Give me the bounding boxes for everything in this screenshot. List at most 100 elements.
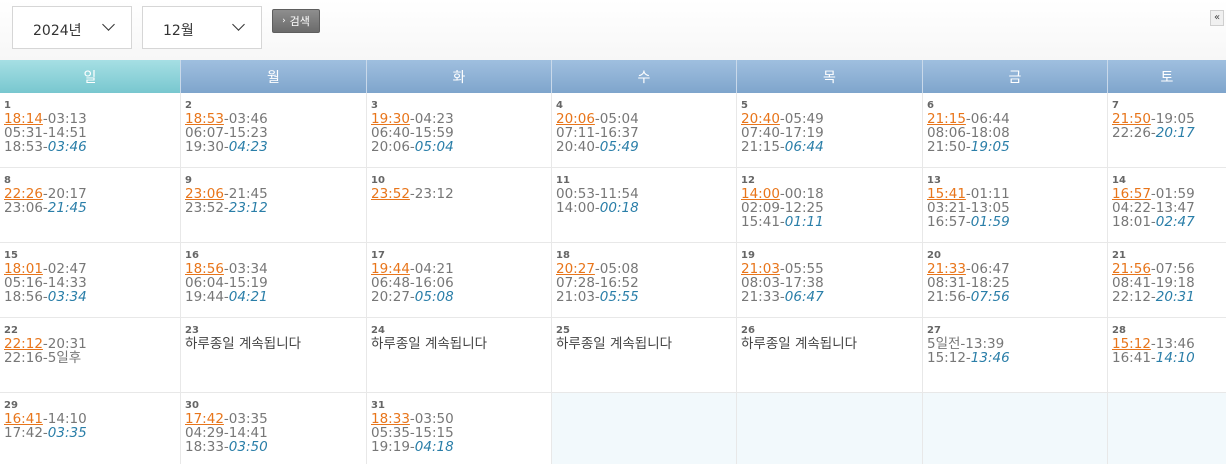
time-line-2: 04:22-13:47	[1112, 200, 1195, 216]
day-cell[interactable]: 24 하루종일 계속됩니다	[367, 318, 552, 393]
day-cell[interactable]: 20 21:33-06:47 08:31-18:25 21:56-07:56	[923, 243, 1108, 318]
time-line-2: 05:16-14:33	[4, 275, 87, 291]
day-cell[interactable]: 25 하루종일 계속됩니다	[552, 318, 737, 393]
time-line-2: 06:04-15:19	[185, 275, 268, 291]
time-line-3: 18:33-03:50	[185, 440, 366, 454]
weekday-sat: 토	[1108, 60, 1226, 93]
time-end: 02:47	[1155, 214, 1195, 230]
day-cell[interactable]: 2 18:53-03:46 06:07-15:23 19:30-04:23	[181, 93, 367, 168]
time-line-2: 15:12-13:46	[927, 351, 1107, 365]
time-line-2: 14:00-00:18	[556, 201, 736, 215]
day-cell[interactable]: 3 19:30-04:23 06:40-15:59 20:06-05:04	[367, 93, 552, 168]
day-cell[interactable]: 8 22:26-20:17 23:06-21:45	[0, 168, 181, 243]
day-cell[interactable]: 21 21:56-07:56 08:41-19:18 22:12-20:31	[1108, 243, 1226, 318]
time-line-2: 02:09-12:25	[741, 200, 824, 216]
time-line-2: 22:16-5일후	[4, 350, 82, 366]
time-line-1: 21:33-06:47	[927, 262, 1107, 276]
time-line-1: 14:00-00:18	[741, 187, 922, 201]
time-line-2: 04:29-14:41	[185, 425, 268, 441]
week-row: 22 22:12-20:31 22:16-5일후 23 하루종일 계속됩니다 24 하루종일…	[0, 318, 1226, 393]
day-number: 24	[371, 325, 385, 336]
weekday-fri: 금	[923, 60, 1108, 93]
day-number: 18	[556, 250, 570, 261]
time-line-1: 23:06-21:45	[185, 187, 366, 201]
time-start: 19:30-	[185, 139, 229, 155]
day-cell[interactable]: 4 20:06-05:04 07:11-16:37 20:40-05:49	[552, 93, 737, 168]
time-line-3: 21:50-19:05	[927, 140, 1107, 154]
time-line-3: 20:40-05:49	[556, 140, 736, 154]
day-number: 6	[927, 100, 934, 111]
day-number: 27	[927, 325, 941, 336]
day-cell[interactable]: 11 00:53-11:54 14:00-00:18	[552, 168, 737, 243]
day-cell[interactable]: 15 18:01-02:47 05:16-14:33 18:56-03:34	[0, 243, 181, 318]
time-line-2: 06:07-15:23	[185, 125, 268, 141]
time-line-1: 22:26-20:17	[4, 187, 180, 201]
time-start: 20:27-	[371, 289, 415, 305]
year-select[interactable]: 2024년	[12, 6, 132, 49]
time-line-1: 18:53-03:46	[185, 112, 366, 126]
day-cell[interactable]: 27 5일전-13:39 15:12-13:46	[923, 318, 1108, 393]
day-number: 11	[556, 175, 570, 186]
day-cell[interactable]: 7 21:50-19:05 22:26-20:17	[1108, 93, 1226, 168]
day-cell[interactable]: 19 21:03-05:55 08:03-17:38 21:33-06:47	[737, 243, 923, 318]
time-start: 21:15-	[741, 139, 785, 155]
time-line-1: 21:50-19:05	[1112, 112, 1226, 126]
day-cell[interactable]: 22 22:12-20:31 22:16-5일후	[0, 318, 181, 393]
time-line-3: 20:27-05:08	[371, 290, 551, 304]
day-cell[interactable]: 31 18:33-03:50 05:35-15:15 19:19-04:18	[367, 393, 552, 464]
all-day-text: 하루종일 계속됩니다	[371, 336, 488, 352]
toolbar: 2024년 12월 › 검색 «	[0, 0, 1226, 60]
time-line-2: 08:41-19:18	[1112, 275, 1195, 291]
week-row: 8 22:26-20:17 23:06-21:45 9 23:06-21:45 23:52…	[0, 168, 1226, 243]
day-number: 1	[4, 100, 11, 111]
day-cell[interactable]: 18 20:27-05:08 07:28-16:52 21:03-05:55	[552, 243, 737, 318]
time-line-2: 08:31-18:25	[927, 275, 1010, 291]
day-cell[interactable]: 13 15:41-01:11 03:21-13:05 16:57-01:59	[923, 168, 1108, 243]
calendar-grid: 1 18:14-03:13 05:31-14:51 18:53-03:46 2 18:53…	[0, 93, 1226, 464]
day-cell[interactable]: 30 17:42-03:35 04:29-14:41 18:33-03:50	[181, 393, 367, 464]
moonrise-link[interactable]: 23:52	[371, 186, 410, 202]
day-cell[interactable]: 16 18:56-03:34 06:04-15:19 19:44-04:21	[181, 243, 367, 318]
time-start: 15:41-	[741, 214, 785, 230]
time-end: 13:46	[970, 350, 1010, 366]
time-end: 21:45	[47, 200, 87, 216]
day-cell[interactable]: 9 23:06-21:45 23:52-23:12	[181, 168, 367, 243]
chevron-down-icon	[102, 18, 115, 31]
time-line-1: 5일전-13:39	[927, 337, 1107, 351]
time-start: 16:57-	[927, 214, 971, 230]
weekday-mon: 월	[181, 60, 367, 93]
time-start: 20:06-	[371, 139, 415, 155]
time-line-3: 18:53-03:46	[4, 140, 180, 154]
day-cell[interactable]: 28 15:12-13:46 16:41-14:10	[1108, 318, 1226, 393]
time-line-1: 16:41-14:10	[4, 412, 180, 426]
day-number: 23	[185, 325, 199, 336]
time-end: 04:18	[414, 439, 454, 455]
month-select[interactable]: 12월	[142, 6, 262, 49]
time-line-2: 06:48-16:06	[371, 275, 454, 291]
collapse-button[interactable]: «	[1210, 10, 1224, 26]
time-start: 20:40-	[556, 139, 600, 155]
day-cell[interactable]: 5 20:40-05:49 07:40-17:19 21:15-06:44	[737, 93, 923, 168]
time-start: 23:52-	[185, 200, 229, 216]
day-number: 22	[4, 325, 18, 336]
day-cell[interactable]: 12 14:00-00:18 02:09-12:25 15:41-01:11	[737, 168, 923, 243]
time-end: 19:05	[970, 139, 1010, 155]
day-cell[interactable]: 10 23:52-23:12	[367, 168, 552, 243]
day-cell[interactable]: 6 21:15-06:44 08:06-18:08 21:50-19:05	[923, 93, 1108, 168]
time-start: 22:26-	[1112, 125, 1156, 141]
weekday-wed: 수	[552, 60, 737, 93]
time-line-3: 19:30-04:23	[185, 140, 366, 154]
time-line-2: 05:31-14:51	[4, 125, 87, 141]
search-button[interactable]: › 검색	[272, 9, 320, 33]
day-cell[interactable]: 26 하루종일 계속됩니다	[737, 318, 923, 393]
day-cell[interactable]: 17 19:44-04:21 06:48-16:06 20:27-05:08	[367, 243, 552, 318]
time-line-1: 20:27-05:08	[556, 262, 736, 276]
time-line-3: 20:06-05:04	[371, 140, 551, 154]
day-cell[interactable]: 29 16:41-14:10 17:42-03:35	[0, 393, 181, 464]
day-cell[interactable]: 1 18:14-03:13 05:31-14:51 18:53-03:46	[0, 93, 181, 168]
time-start: 16:41-	[1112, 350, 1156, 366]
time-line-2: 16:41-14:10	[1112, 351, 1226, 365]
day-cell[interactable]: 23 하루종일 계속됩니다	[181, 318, 367, 393]
day-cell[interactable]: 14 16:57-01:59 04:22-13:47 18:01-02:47	[1108, 168, 1226, 243]
time-start: 21:33-	[741, 289, 785, 305]
